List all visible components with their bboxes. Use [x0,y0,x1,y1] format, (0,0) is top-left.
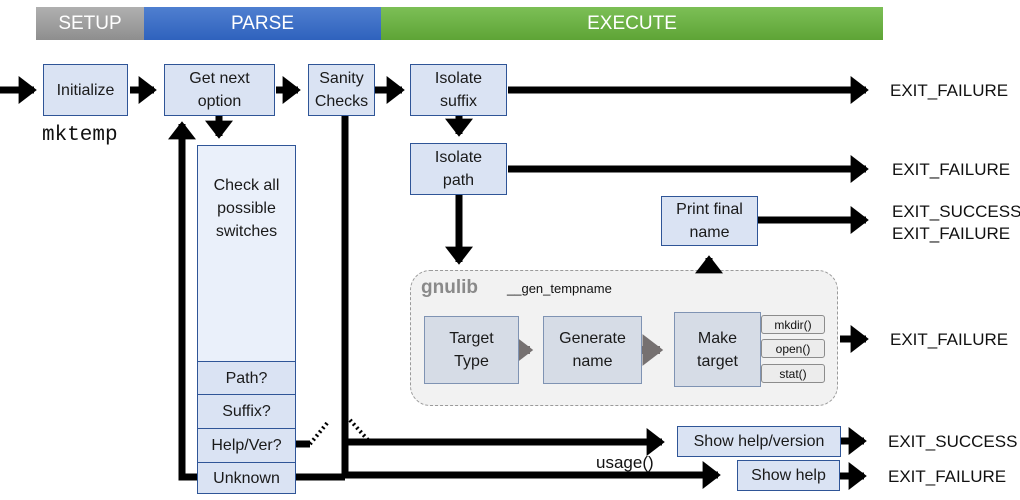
node-isolate-path[interactable]: Isolate path [410,143,507,195]
exit-print-result: EXIT_SUCCESS EXIT_FAILURE [892,202,1020,243]
node-sanity-checks[interactable]: Sanity Checks [308,64,375,116]
switch-suffix[interactable]: Suffix? [197,394,296,429]
arrow-unknown-loop [168,121,198,481]
node-show-help-version[interactable]: Show help/version [677,426,841,457]
program-name: mktemp [42,124,118,147]
call-mkdir[interactable]: mkdir() [761,315,825,334]
usage-label: usage() [596,453,654,472]
node-get-next-option[interactable]: Get next option [164,64,275,116]
arrow-layer [0,76,869,490]
switch-unknown[interactable]: Unknown [197,462,296,494]
switch-path[interactable]: Path? [197,361,296,395]
node-print-final-name[interactable]: Print final name [661,196,758,246]
exit-path-failure: EXIT_FAILURE [892,160,1011,179]
gnulib-step-generate-name[interactable]: Generate name [543,316,642,384]
call-stat[interactable]: stat() [761,364,825,383]
exit-help-failure: EXIT_FAILURE [888,467,1007,486]
node-isolate-suffix[interactable]: Isolate suffix [410,64,507,116]
switch-help-ver[interactable]: Help/Ver? [197,428,296,463]
gnulib-step-make-target[interactable]: Make target [674,312,761,387]
exit-gnulib-failure: EXIT_FAILURE [890,330,1009,349]
node-show-help[interactable]: Show help [737,460,840,491]
node-initialize[interactable]: Initialize [43,64,128,116]
exit-help-success: EXIT_SUCCESS [888,432,1018,451]
exit-suffix-failure: EXIT_FAILURE [890,81,1009,100]
call-open[interactable]: open() [761,339,825,358]
gnulib-step-target-type[interactable]: Target Type [424,316,519,384]
node-check-switches[interactable]: Check all possible switches [197,145,296,362]
